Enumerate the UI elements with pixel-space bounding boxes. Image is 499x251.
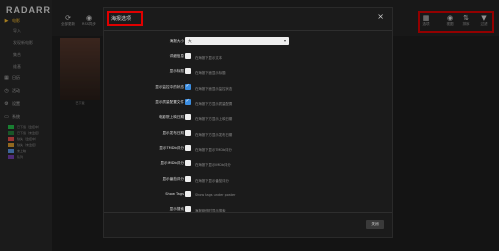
option-label: 显示质量配置文件 xyxy=(155,100,184,104)
poster-size-value: 大 xyxy=(188,38,192,43)
option-checkbox[interactable] xyxy=(185,160,191,166)
modal-footer: 关闭 xyxy=(104,212,392,237)
option-label: 详细信息 xyxy=(169,54,184,58)
option-label: 显示TMDb评分 xyxy=(159,146,184,150)
poster-size-label: 海报大小 xyxy=(169,39,184,43)
option-row: 显示监控中的状态 在海报下面显示监控状态 xyxy=(104,83,392,92)
option-label: 显示发布日期 xyxy=(162,131,184,135)
option-help: 在海报下方显示发布日期 xyxy=(195,132,233,137)
option-checkbox[interactable] xyxy=(185,114,191,120)
option-help: Show tags under poster xyxy=(195,192,236,197)
chevron-down-icon: ▾ xyxy=(283,38,286,43)
option-row: 显示IMDb评分 在海报下显示IMDb评分 xyxy=(104,160,392,168)
option-checkbox[interactable] xyxy=(185,145,191,151)
option-row: Show Tags Show tags under poster xyxy=(104,191,392,199)
option-label: 显示标题 xyxy=(169,69,184,73)
option-help: 在海报下显示番茄评分 xyxy=(195,178,229,183)
poster-size-row: 海报大小 大 ▾ xyxy=(104,37,392,46)
option-checkbox[interactable] xyxy=(185,191,191,197)
option-checkbox[interactable] xyxy=(185,176,191,182)
poster-size-select[interactable]: 大 ▾ xyxy=(185,37,289,45)
option-help: 在海报下面显示监控状态 xyxy=(195,86,233,91)
poster-options-modal: 海报选项 × 海报大小 大 ▾ 详细信息 在海报下显示文本 显示标题 在海报下面… xyxy=(103,7,393,238)
option-label: 显示IMDb评分 xyxy=(160,161,184,165)
option-help: 在海报下方显示质量配置 xyxy=(195,101,233,106)
option-checkbox[interactable] xyxy=(185,53,191,59)
option-checkbox[interactable] xyxy=(185,98,191,105)
close-icon[interactable]: × xyxy=(377,13,384,21)
option-row: 显示TMDb评分 在海报下显示TMDb评分 xyxy=(104,145,392,153)
close-button[interactable]: 关闭 xyxy=(366,220,384,229)
option-row: 显示发布日期 在海报下方显示发布日期 xyxy=(104,130,392,138)
title-highlight-box xyxy=(107,11,143,26)
option-label: Show Tags xyxy=(165,192,184,196)
option-checkbox[interactable] xyxy=(185,83,191,90)
option-row: 详细信息 在海报下显示文本 xyxy=(104,53,392,61)
option-help: 在海报下方显示上映日期 xyxy=(195,116,233,121)
option-help: 在海报下显示文本 xyxy=(195,55,223,60)
option-row: 显示番茄评分 在海报下显示番茄评分 xyxy=(104,176,392,184)
option-label: 显示监控中的状态 xyxy=(155,85,184,89)
option-row: 显示质量配置文件 在海报下方显示质量配置 xyxy=(104,98,392,107)
modal-header: 海报选项 × xyxy=(104,8,392,31)
option-help: 在海报下显示TMDb评分 xyxy=(195,147,232,152)
option-help: 在海报下面显示标题 xyxy=(195,70,226,75)
option-label: 电影院上映日期 xyxy=(158,115,184,119)
option-checkbox[interactable] xyxy=(185,130,191,136)
option-row: 显示标题 在海报下面显示标题 xyxy=(104,68,392,76)
option-label: 显示番茄评分 xyxy=(162,177,184,181)
option-row: 电影院上映日期 在海报下方显示上映日期 xyxy=(104,114,392,122)
option-checkbox[interactable] xyxy=(185,68,191,74)
option-help: 在海报下显示IMDb评分 xyxy=(195,162,231,167)
